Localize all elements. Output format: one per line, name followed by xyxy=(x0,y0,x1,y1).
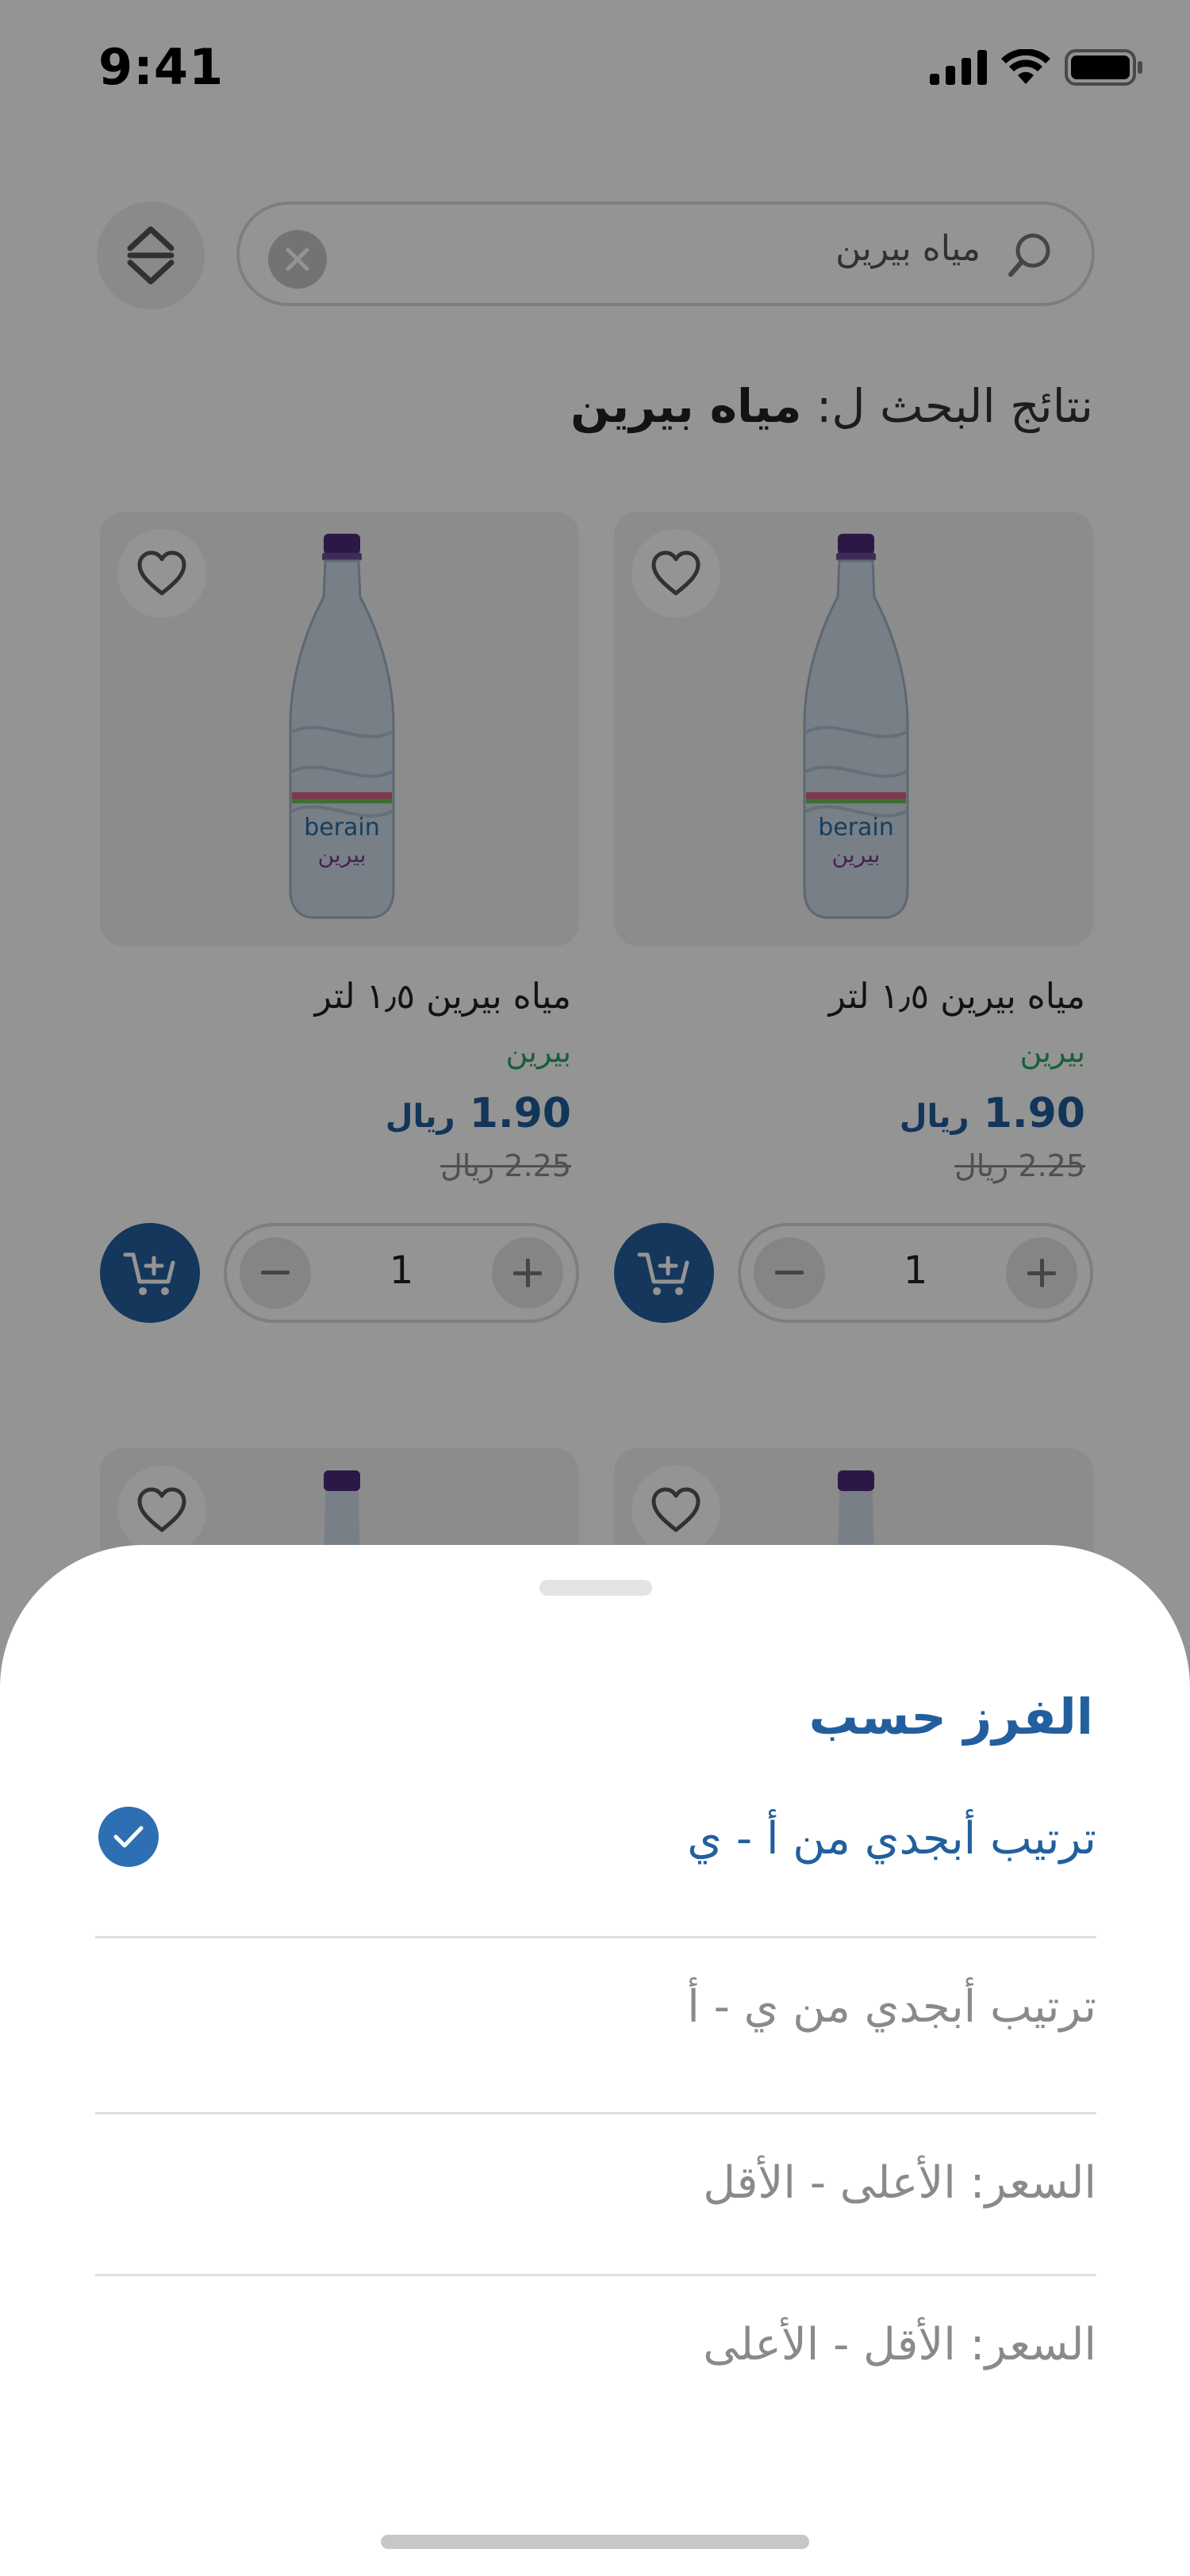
checkmark-icon xyxy=(113,1826,144,1848)
sort-option-label: ترتيب أبجدي من أ - ي xyxy=(687,1813,1096,1865)
sort-bottom-sheet: الفرز حسب ترتيب أبجدي من أ - ي ترتيب أبج… xyxy=(0,1545,1190,2576)
sheet-drag-handle[interactable] xyxy=(539,1580,652,1596)
sort-option-alpha-desc[interactable]: ترتيب أبجدي من ي - أ xyxy=(95,1938,1096,2114)
sort-option-price-low-high[interactable]: السعر: الأقل - الأعلى xyxy=(95,2276,1096,2435)
sort-option-alpha-asc[interactable]: ترتيب أبجدي من أ - ي xyxy=(95,1780,1096,1938)
sort-option-price-high-low[interactable]: السعر: الأعلى - الأقل xyxy=(95,2114,1096,2276)
sort-option-label: السعر: الأعلى - الأقل xyxy=(703,2157,1096,2209)
sort-option-label: ترتيب أبجدي من ي - أ xyxy=(687,1981,1096,2033)
search-results-screen: 9:41 مياه بيرين نتائج البحث ل: مياه بيري… xyxy=(0,0,1190,2576)
sheet-title: الفرز حسب xyxy=(808,1688,1093,1746)
selected-check-icon xyxy=(98,1807,159,1867)
sort-option-label: السعر: الأقل - الأعلى xyxy=(703,2319,1096,2371)
home-indicator xyxy=(381,2535,809,2549)
